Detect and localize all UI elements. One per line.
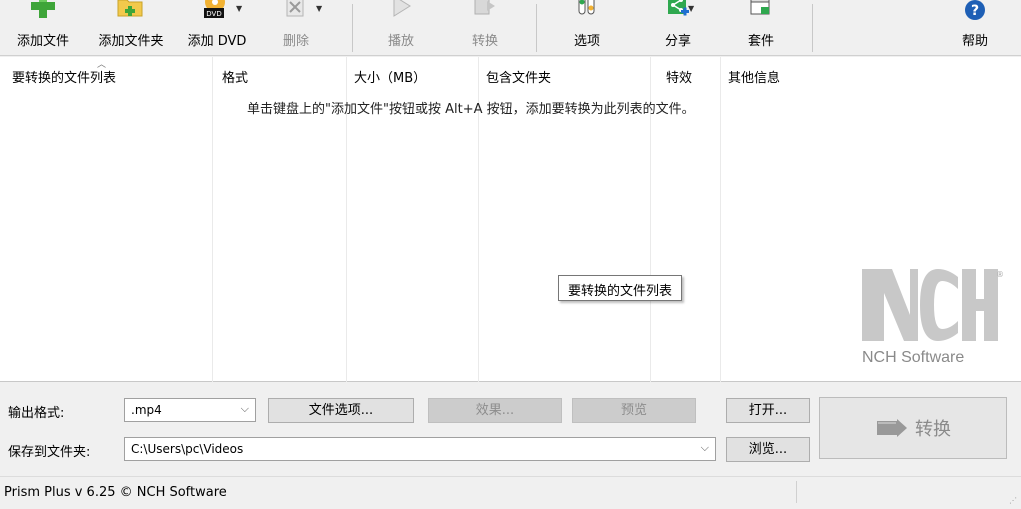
- registered-mark: ®: [996, 270, 1004, 279]
- status-bar: Prism Plus v 6.25 © NCH Software ⋰: [0, 476, 1021, 509]
- add-folder-icon: [116, 0, 146, 24]
- play-label: 播放: [387, 34, 414, 49]
- file-options-button[interactable]: 文件选项...: [268, 398, 414, 423]
- tooltip: 要转换的文件列表: [558, 275, 683, 301]
- list-header: ︿ 要转换的文件列表 格式 大小（MB） 包含文件夹 特效 其他信息: [0, 57, 1021, 93]
- column-header-size[interactable]: 大小（MB）: [354, 67, 426, 86]
- convert-toolbar-label: 转换: [471, 34, 498, 49]
- add-folder-label: 添加文件夹: [98, 34, 164, 49]
- play-button[interactable]: 播放: [376, 0, 426, 56]
- file-list[interactable]: ︿ 要转换的文件列表 格式 大小（MB） 包含文件夹 特效 其他信息 单击键盘上…: [0, 57, 1021, 382]
- status-divider: [796, 481, 797, 503]
- empty-list-message: 单击键盘上的"添加文件"按钮或按 Alt+A 按钮，添加要转换为此列表的文件。: [247, 102, 695, 117]
- add-file-button[interactable]: 添加文件: [8, 0, 78, 56]
- convert-button-label: 转换: [915, 419, 951, 440]
- column-divider: [212, 57, 213, 382]
- convert-arrow-icon: [877, 419, 907, 437]
- save-to-folder-select[interactable]: C:\Users\pc\Videos ⌵: [124, 437, 716, 461]
- add-dvd-label: 添加 DVD: [187, 34, 247, 49]
- column-header-files[interactable]: 要转换的文件列表: [12, 67, 116, 86]
- share-dropdown-icon[interactable]: ▼: [688, 4, 694, 13]
- status-text: Prism Plus v 6.25 © NCH Software: [4, 485, 227, 500]
- delete-dropdown-icon[interactable]: ▼: [316, 4, 322, 13]
- toolbar-separator: [812, 4, 813, 52]
- column-divider: [720, 57, 721, 382]
- dvd-badge: DVD: [206, 10, 221, 18]
- chevron-down-icon: ⌵: [700, 441, 709, 454]
- effects-button[interactable]: 效果...: [428, 398, 562, 423]
- convert-button[interactable]: 转换: [819, 397, 1007, 459]
- share-button[interactable]: ▼ 分享: [648, 0, 708, 56]
- browse-button[interactable]: 浏览...: [726, 437, 810, 462]
- open-button[interactable]: 打开...: [726, 398, 810, 423]
- add-dvd-dropdown-icon[interactable]: ▼: [236, 4, 242, 13]
- output-format-select[interactable]: .mp4 ⌵: [124, 398, 256, 422]
- nch-brand-text: NCH Software: [862, 349, 965, 366]
- toolbar: 添加文件 添加文件夹 DVD ▼ 添加 DVD ▼ 删除 播放 转换 选项 ▼ …: [0, 0, 1021, 56]
- delete-button[interactable]: ▼ 删除: [268, 0, 324, 56]
- svg-text:?: ?: [971, 3, 979, 19]
- delete-icon: [282, 0, 310, 24]
- suite-icon: [747, 0, 775, 24]
- convert-toolbar-button[interactable]: 转换: [460, 0, 510, 56]
- options-icon: [574, 0, 600, 24]
- help-button[interactable]: ? 帮助: [950, 0, 1000, 56]
- toolbar-separator: [352, 4, 353, 52]
- options-button[interactable]: 选项: [562, 0, 612, 56]
- column-header-folder[interactable]: 包含文件夹: [486, 67, 551, 86]
- save-to-label: 保存到文件夹:: [8, 445, 91, 460]
- play-icon: [388, 0, 414, 24]
- add-dvd-button[interactable]: DVD ▼ 添加 DVD: [180, 0, 254, 56]
- help-label: 帮助: [961, 34, 988, 49]
- chevron-down-icon: ⌵: [240, 402, 249, 415]
- share-label: 分享: [664, 34, 691, 49]
- save-to-folder-value: C:\Users\pc\Videos: [131, 442, 244, 456]
- add-file-icon: [29, 0, 57, 24]
- column-header-other-info[interactable]: 其他信息: [728, 67, 780, 86]
- toolbar-separator: [536, 4, 537, 52]
- suite-label: 套件: [747, 34, 774, 49]
- delete-label: 删除: [282, 34, 309, 49]
- suite-button[interactable]: 套件: [736, 0, 786, 56]
- column-header-effects[interactable]: 特效: [666, 67, 692, 86]
- help-icon: ?: [963, 0, 987, 26]
- preview-button[interactable]: 预览: [572, 398, 696, 423]
- add-file-label: 添加文件: [16, 34, 69, 49]
- column-header-format[interactable]: 格式: [222, 67, 248, 86]
- add-folder-button[interactable]: 添加文件夹: [90, 0, 172, 56]
- dvd-icon: DVD: [200, 0, 234, 26]
- output-format-label: 输出格式:: [8, 406, 65, 421]
- options-label: 选项: [573, 34, 600, 49]
- convert-icon: [471, 0, 499, 24]
- resize-grip-icon[interactable]: ⋰: [1009, 496, 1017, 505]
- output-format-value: .mp4: [131, 403, 162, 417]
